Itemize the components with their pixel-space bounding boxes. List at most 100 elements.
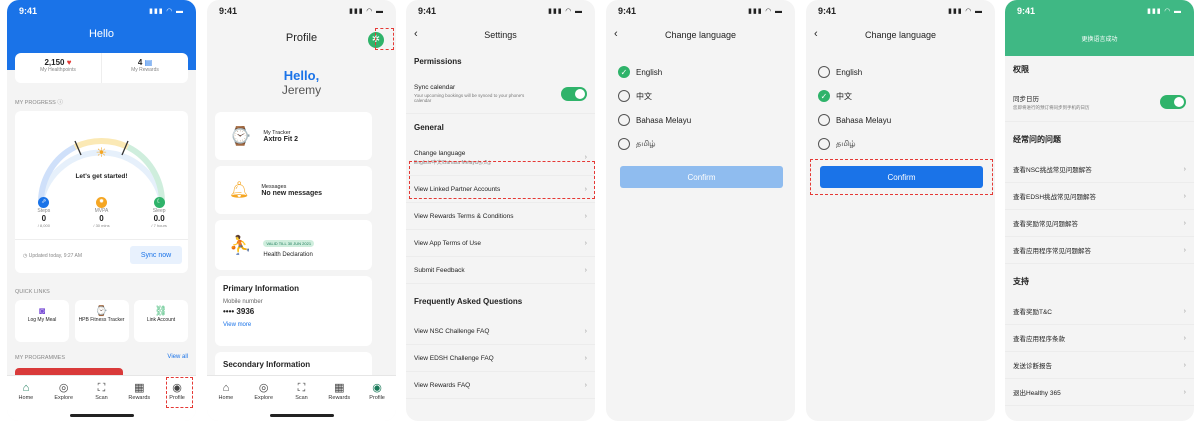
quick-link-account[interactable]: ⛓ Link Account xyxy=(134,300,188,342)
quick-link-meal[interactable]: ◙ Log My Meal xyxy=(15,300,69,342)
language-option-english[interactable]: ✓ English xyxy=(606,60,795,84)
language-option-tamil[interactable]: தமிழ் xyxy=(806,132,995,156)
status-icons: ▮▮▮ ◠ ▬ xyxy=(948,8,983,15)
healthpoints-label: My Healthpoints xyxy=(40,67,76,73)
sun-icon: ☀ xyxy=(95,145,108,160)
rewards-label: My Rewards xyxy=(131,67,159,73)
stat-steps[interactable]: ⇗ Steps 0 / 8,000 xyxy=(24,197,64,228)
status-icons: ▮▮▮ ◠ ▬ xyxy=(1147,8,1182,15)
secondary-info-title: Secondary Information xyxy=(223,360,311,369)
faq-item-label: 查看奖励常见问题解答 xyxy=(1013,221,1078,228)
status-icons: ▮▮▮ ◠ ▬ xyxy=(349,8,384,15)
language-option-chinese[interactable]: ✓ 中文 xyxy=(806,84,995,108)
link-icon: ⛓ xyxy=(154,306,168,317)
chevron-right-icon: › xyxy=(584,381,587,389)
back-chevron-icon[interactable]: ‹ xyxy=(814,28,818,40)
steps-icon: ⇗ xyxy=(38,197,50,208)
scan-icon: ⛶ xyxy=(97,382,106,394)
support-item[interactable]: 查看应用程序条款 › xyxy=(1005,325,1194,352)
faq-item[interactable]: 查看EDSH挑战常见问题解答 › xyxy=(1005,183,1194,210)
chevron-right-icon: › xyxy=(1183,165,1186,173)
confirm-button-disabled[interactable]: Confirm xyxy=(620,166,783,188)
progress-label: MY PROGRESS ⓘ xyxy=(15,98,63,106)
faq-item[interactable]: View Rewards FAQ › xyxy=(406,372,595,399)
chevron-right-icon: › xyxy=(1183,192,1186,200)
tracker-card[interactable]: ⌚ My Tracker Axtro Fit 2 xyxy=(215,112,372,160)
nav-home[interactable]: ⌂ Home xyxy=(209,382,243,421)
nav-label: Profile xyxy=(369,395,385,401)
permissions-heading: 权限 xyxy=(1013,64,1029,74)
language-option-malay[interactable]: Bahasa Melayu xyxy=(606,108,795,132)
language-title: Change language xyxy=(864,30,937,40)
sync-calendar-toggle[interactable] xyxy=(1160,94,1186,109)
nav-label: Home xyxy=(218,395,234,401)
settings-item[interactable]: View App Terms of Use › xyxy=(406,230,595,257)
home-indicator xyxy=(69,414,134,417)
programmes-label: MY PROGRAMMES xyxy=(15,355,66,361)
info-icon[interactable]: ⓘ xyxy=(57,100,63,106)
flame-icon: ✹ xyxy=(95,197,107,208)
divider xyxy=(15,239,188,240)
language-option-malay[interactable]: Bahasa Melayu xyxy=(806,108,995,132)
faq-heading: Frequently Asked Questions xyxy=(414,296,523,306)
chevron-right-icon: › xyxy=(584,354,587,362)
view-more-link[interactable]: View more xyxy=(223,322,364,328)
tracker-value: Axtro Fit 2 xyxy=(263,135,299,143)
sync-calendar-toggle[interactable] xyxy=(561,86,587,101)
faq-item-label: View NSC Challenge FAQ xyxy=(414,327,490,335)
chevron-right-icon: › xyxy=(1183,334,1186,342)
updated-label: Updated today, 9:27 AM xyxy=(28,253,83,259)
stat-target: / 30 mins xyxy=(93,223,110,228)
greeting: Hello, xyxy=(283,68,320,83)
messages-card[interactable]: 🔔︎ Messages No new messages xyxy=(215,166,372,214)
quick-link-tracker[interactable]: ⌚ HPB Fitness Tracker xyxy=(74,300,129,342)
stat-sleep[interactable]: ☾ Sleep 0.0 / 7 hours xyxy=(139,197,179,228)
highlight-profile xyxy=(166,377,193,408)
settings-item-label: View Rewards Terms & Conditions xyxy=(414,212,514,220)
faq-item[interactable]: 查看奖励常见问题解答 › xyxy=(1005,210,1194,237)
meal-icon: ◙ xyxy=(38,306,46,317)
back-chevron-icon[interactable]: ‹ xyxy=(614,28,618,40)
stat-mvpa[interactable]: ✹ MVPA 0 / 30 mins xyxy=(81,197,121,228)
language-option-chinese[interactable]: 中文 xyxy=(606,84,795,108)
faq-item[interactable]: View NSC Challenge FAQ › xyxy=(406,318,595,345)
mobile-label: Mobile number xyxy=(223,299,263,305)
faq-item[interactable]: View EDSH Challenge FAQ › xyxy=(406,345,595,372)
nav-home[interactable]: ⌂ Home xyxy=(9,382,43,421)
stat-value: 0 xyxy=(41,214,47,223)
stat-value: 0.0 xyxy=(153,214,165,223)
quick-link-label: Link Account xyxy=(146,317,176,323)
nav-label: Explore xyxy=(54,395,74,401)
language-option-label: English xyxy=(636,67,663,77)
faq-item-label: View EDSH Challenge FAQ xyxy=(414,354,494,362)
sync-calendar-row: 同步日历 您即将进行的预订将同步到手机的日历 xyxy=(1005,82,1194,122)
back-chevron-icon[interactable]: ‹ xyxy=(414,28,418,40)
watch-icon: ⌚ xyxy=(229,125,252,146)
updated-text: ◷ Updated today, 9:27 AM xyxy=(23,253,82,259)
view-all-link[interactable]: View all xyxy=(167,354,188,360)
healthpoints-box[interactable]: 2,150 ♥ My Healthpoints xyxy=(15,53,102,83)
health-declaration-card[interactable]: ⛹ VALID TILL 30 JUN 2021 Health Declarati… xyxy=(215,220,372,270)
faq-item-label: 查看EDSH挑战常见问题解答 xyxy=(1013,194,1097,201)
quick-links-label: QUICK LINKS xyxy=(15,289,50,295)
support-item[interactable]: 查看奖励T&C › xyxy=(1005,298,1194,325)
faq-item[interactable]: 查看NSC挑战常见问题解答 › xyxy=(1005,156,1194,183)
language-option-english[interactable]: English xyxy=(806,60,995,84)
settings-item-label: View App Terms of Use xyxy=(414,239,481,247)
support-item[interactable]: 发送诊断报告 › xyxy=(1005,352,1194,379)
language-option-tamil[interactable]: தமிழ் xyxy=(606,132,795,156)
rewards-box[interactable]: 4 ▤ My Rewards xyxy=(102,53,188,83)
faq-item[interactable]: 查看应用程序常见问题解答 › xyxy=(1005,237,1194,264)
sync-now-button[interactable]: Sync now xyxy=(130,246,182,264)
health-declaration-label: Health Declaration xyxy=(263,252,313,258)
support-item[interactable]: 退出Healthy 365 › xyxy=(1005,379,1194,406)
nav-label: Explore xyxy=(254,395,274,401)
rewards-value: 4 xyxy=(137,58,143,67)
nav-label: Home xyxy=(18,395,34,401)
change-language-label: Change language xyxy=(414,149,466,157)
nav-profile[interactable]: ◉ Profile xyxy=(360,382,394,421)
chevron-right-icon: › xyxy=(1183,219,1186,227)
settings-item[interactable]: View Rewards Terms & Conditions › xyxy=(406,203,595,230)
settings-item[interactable]: Submit Feedback › xyxy=(406,257,595,284)
settings-screen-zh: 9:41 ▮▮▮ ◠ ▬ 更换语言成功 权限 同步日历 您即将进行的预订将同步到手机… xyxy=(1005,0,1194,421)
